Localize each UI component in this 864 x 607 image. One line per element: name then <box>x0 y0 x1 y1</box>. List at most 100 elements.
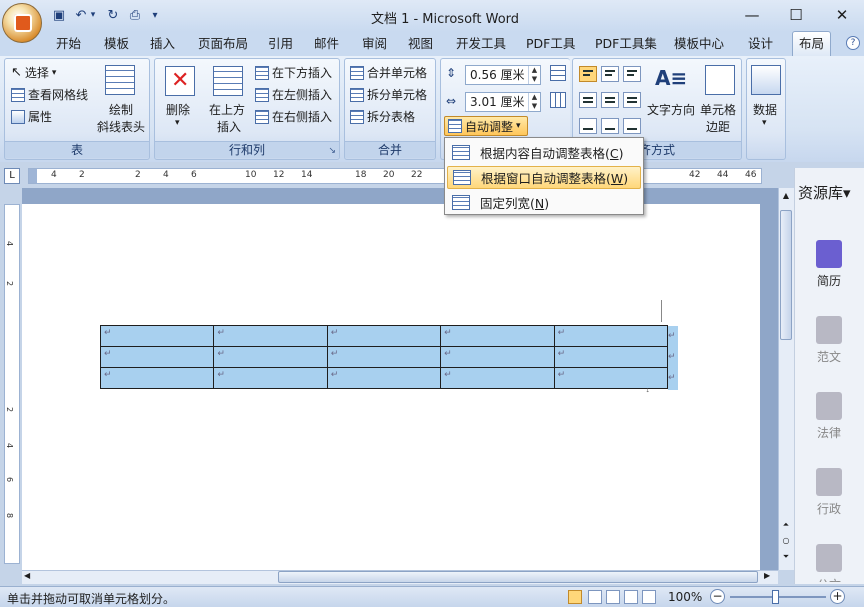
table-cell[interactable]: ↵ <box>213 346 328 368</box>
text-direction-label[interactable]: 文字方向 <box>647 101 695 118</box>
fixed-column-width-item[interactable]: 固定列宽(N) <box>447 191 641 214</box>
tab-template-center[interactable]: 模板中心 <box>668 32 730 56</box>
tab-pdf-toolset[interactable]: PDF工具集 <box>589 32 663 56</box>
insert-above-icon[interactable] <box>213 66 243 96</box>
outline-view-icon[interactable] <box>624 590 638 604</box>
autofit-window-item[interactable]: 根据窗口自动调整表格(W) <box>447 166 641 189</box>
resource-library-title[interactable]: 资源库▾ <box>798 182 851 203</box>
side-item-law[interactable]: 法律 <box>811 392 847 441</box>
table-cell[interactable]: ↵ <box>99 367 215 389</box>
align-top-center-icon[interactable] <box>601 66 619 82</box>
undo-dropdown[interactable]: ▾ <box>88 6 98 24</box>
print-layout-view-icon[interactable] <box>568 590 582 604</box>
delete-label[interactable]: 删除 <box>166 101 190 118</box>
insert-left-button[interactable]: 在左侧插入 <box>255 86 332 103</box>
draw-diagonal-header-icon[interactable] <box>105 65 135 95</box>
align-bottom-left-icon[interactable] <box>579 118 597 134</box>
insert-above-label-2[interactable]: 插入 <box>217 118 241 135</box>
cell-margins-label-2[interactable]: 边距 <box>706 118 730 135</box>
minimize-button[interactable]: — <box>732 4 772 26</box>
delete-icon[interactable]: ✕ <box>165 66 195 96</box>
tab-page-layout[interactable]: 页面布局 <box>192 32 254 56</box>
align-bottom-center-icon[interactable] <box>601 118 619 134</box>
view-gridlines-button[interactable]: 查看网格线 <box>11 86 88 103</box>
tab-review[interactable]: 审阅 <box>356 32 393 56</box>
table-cell[interactable]: ↵ <box>326 346 442 368</box>
zoom-out-button[interactable]: − <box>710 589 725 604</box>
tab-view[interactable]: 视图 <box>402 32 439 56</box>
align-middle-center-icon[interactable] <box>601 92 619 108</box>
align-bottom-right-icon[interactable] <box>623 118 641 134</box>
insert-above-label-1[interactable]: 在上方 <box>209 101 245 118</box>
cell-margins-label-1[interactable]: 单元格 <box>700 101 736 118</box>
insert-right-button[interactable]: 在右侧插入 <box>255 108 332 125</box>
tab-mailings[interactable]: 邮件 <box>308 32 345 56</box>
insert-below-button[interactable]: 在下方插入 <box>255 64 332 81</box>
table-cell[interactable]: ↵ <box>99 325 215 347</box>
side-item-resume[interactable]: 简历 <box>811 240 847 289</box>
properties-button[interactable]: 属性 <box>11 108 52 125</box>
close-button[interactable]: ✕ <box>822 4 862 26</box>
save-icon[interactable]: ▣ <box>50 6 68 24</box>
draw-diagonal-label-2[interactable]: 斜线表头 <box>97 118 145 135</box>
row-height-input[interactable]: 0.56 厘米 ▲ ▼ <box>465 65 541 85</box>
table-cell[interactable]: ↵ <box>553 325 669 347</box>
column-width-spinner[interactable]: ▲ ▼ <box>528 93 540 111</box>
tab-home[interactable]: 开始 <box>50 32 87 56</box>
scroll-up-arrow-icon[interactable]: ▲ <box>780 191 792 205</box>
align-top-left-icon[interactable] <box>579 66 597 82</box>
align-middle-left-icon[interactable] <box>579 92 597 108</box>
rows-columns-launcher[interactable]: ↘ <box>328 146 336 156</box>
select-browse-object-icon[interactable]: ○ <box>780 536 792 548</box>
table-cell[interactable]: ↵ <box>440 367 555 389</box>
zoom-slider-thumb[interactable] <box>772 590 779 604</box>
web-layout-icon[interactable] <box>606 590 620 604</box>
table-cell[interactable]: ↵ <box>326 367 442 389</box>
tab-references[interactable]: 引用 <box>262 32 299 56</box>
data-label[interactable]: 数据 <box>753 101 777 118</box>
data-dropdown[interactable]: ▾ <box>762 118 767 128</box>
split-cells-button[interactable]: 拆分单元格 <box>350 86 427 103</box>
align-top-right-icon[interactable] <box>623 66 641 82</box>
tab-pdf-tools[interactable]: PDF工具 <box>520 32 581 56</box>
draw-diagonal-label-1[interactable]: 绘制 <box>109 101 133 118</box>
table-cell[interactable]: ↵ <box>326 325 442 347</box>
prev-page-icon[interactable]: ⏶ <box>780 520 792 532</box>
document-table[interactable]: ↵ ↵ ↵ ↵ ↵ ↵ ↵ ↵ ↵ ↵ ↵ ↵ ↵ ↵ ↵ <box>99 325 669 389</box>
zoom-level[interactable]: 100% <box>668 590 702 604</box>
help-icon[interactable]: ? <box>846 36 860 50</box>
autofit-button[interactable]: 自动调整 ▾ <box>444 116 528 136</box>
distribute-rows-icon[interactable] <box>550 65 566 81</box>
distribute-columns-icon[interactable] <box>550 92 566 108</box>
table-cell[interactable]: ↵ <box>553 367 669 389</box>
redo-icon[interactable]: ↻ <box>104 6 122 24</box>
delete-dropdown[interactable]: ▾ <box>175 118 180 128</box>
full-screen-reading-icon[interactable] <box>588 590 602 604</box>
vertical-ruler[interactable]: 4 2 2 4 6 8 <box>4 204 20 564</box>
vertical-scroll-thumb[interactable] <box>780 210 792 340</box>
side-item-admin[interactable]: 行政 <box>811 468 847 517</box>
data-icon[interactable] <box>751 65 781 95</box>
side-item-sample[interactable]: 范文 <box>811 316 847 365</box>
scroll-right-arrow-icon[interactable]: ▶ <box>764 571 776 583</box>
table-cell[interactable]: ↵ <box>213 367 328 389</box>
tab-developer[interactable]: 开发工具 <box>450 32 512 56</box>
draft-view-icon[interactable] <box>642 590 656 604</box>
tab-design[interactable]: 设计 <box>742 32 779 56</box>
zoom-in-button[interactable]: + <box>830 589 845 604</box>
tab-layout[interactable]: 布局 <box>792 31 832 57</box>
table-cell[interactable]: ↵ <box>99 346 215 368</box>
table-cell[interactable]: ↵ <box>440 346 555 368</box>
side-item-official-doc[interactable]: 公文 <box>811 544 847 582</box>
column-width-input[interactable]: 3.01 厘米 ▲ ▼ <box>465 92 541 112</box>
office-button[interactable] <box>2 3 42 43</box>
table-cell[interactable]: ↵ <box>213 325 328 347</box>
tab-insert[interactable]: 插入 <box>144 32 181 56</box>
next-page-icon[interactable]: ⏷ <box>780 552 792 564</box>
horizontal-scroll-thumb[interactable] <box>278 571 758 583</box>
tab-selector[interactable]: L <box>4 168 20 184</box>
scroll-left-arrow-icon[interactable]: ◀ <box>24 571 36 583</box>
autofit-contents-item[interactable]: 根据内容自动调整表格(C) <box>447 141 641 164</box>
horizontal-ruler[interactable]: 4 2 2 4 6 10 12 14 18 20 22 42 44 46 <box>28 168 762 184</box>
merge-cells-button[interactable]: 合并单元格 <box>350 64 427 81</box>
